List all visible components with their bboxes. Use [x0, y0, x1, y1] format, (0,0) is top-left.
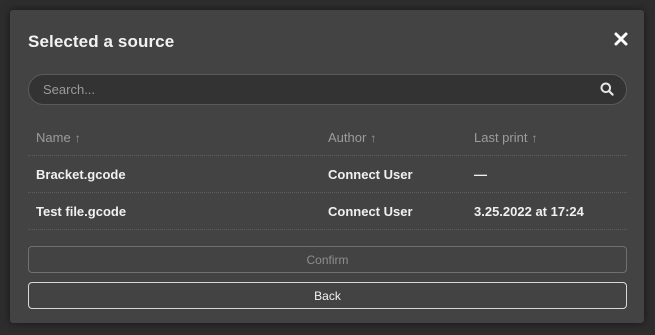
select-source-dialog: Selected a source Name ↑ Author ↑ Last: [10, 10, 644, 323]
column-header-last-print[interactable]: Last print ↑: [474, 120, 537, 155]
sort-arrow-icon: ↑: [531, 130, 538, 145]
sort-arrow-icon: ↑: [74, 130, 81, 145]
column-header-label: Author: [328, 130, 367, 145]
sort-arrow-icon: ↑: [370, 130, 377, 145]
cell-last-print: 3.25.2022 at 17:24: [474, 203, 584, 219]
column-header-name[interactable]: Name ↑: [36, 120, 81, 155]
column-header-author[interactable]: Author ↑: [328, 120, 376, 155]
back-button[interactable]: Back: [28, 282, 627, 309]
cell-author: Connect User: [328, 166, 413, 182]
source-table: Name ↑ Author ↑ Last print ↑ Bracket.gco…: [28, 120, 627, 230]
close-icon[interactable]: [612, 30, 630, 48]
column-header-label: Name: [36, 130, 71, 145]
search-input[interactable]: [43, 75, 583, 104]
table-row[interactable]: Test file.gcode Connect User 3.25.2022 a…: [28, 193, 627, 230]
confirm-button[interactable]: Confirm: [28, 246, 627, 273]
cell-name: Test file.gcode: [36, 203, 127, 219]
column-header-label: Last print: [474, 130, 528, 145]
cell-author: Connect User: [328, 203, 413, 219]
search-icon[interactable]: [600, 82, 614, 96]
search-box: [28, 74, 627, 105]
cell-name: Bracket.gcode: [36, 166, 126, 182]
table-header-row: Name ↑ Author ↑ Last print ↑: [28, 120, 627, 156]
dialog-title: Selected a source: [28, 32, 175, 51]
table-row[interactable]: Bracket.gcode Connect User —: [28, 156, 627, 193]
cell-last-print: —: [474, 166, 487, 182]
